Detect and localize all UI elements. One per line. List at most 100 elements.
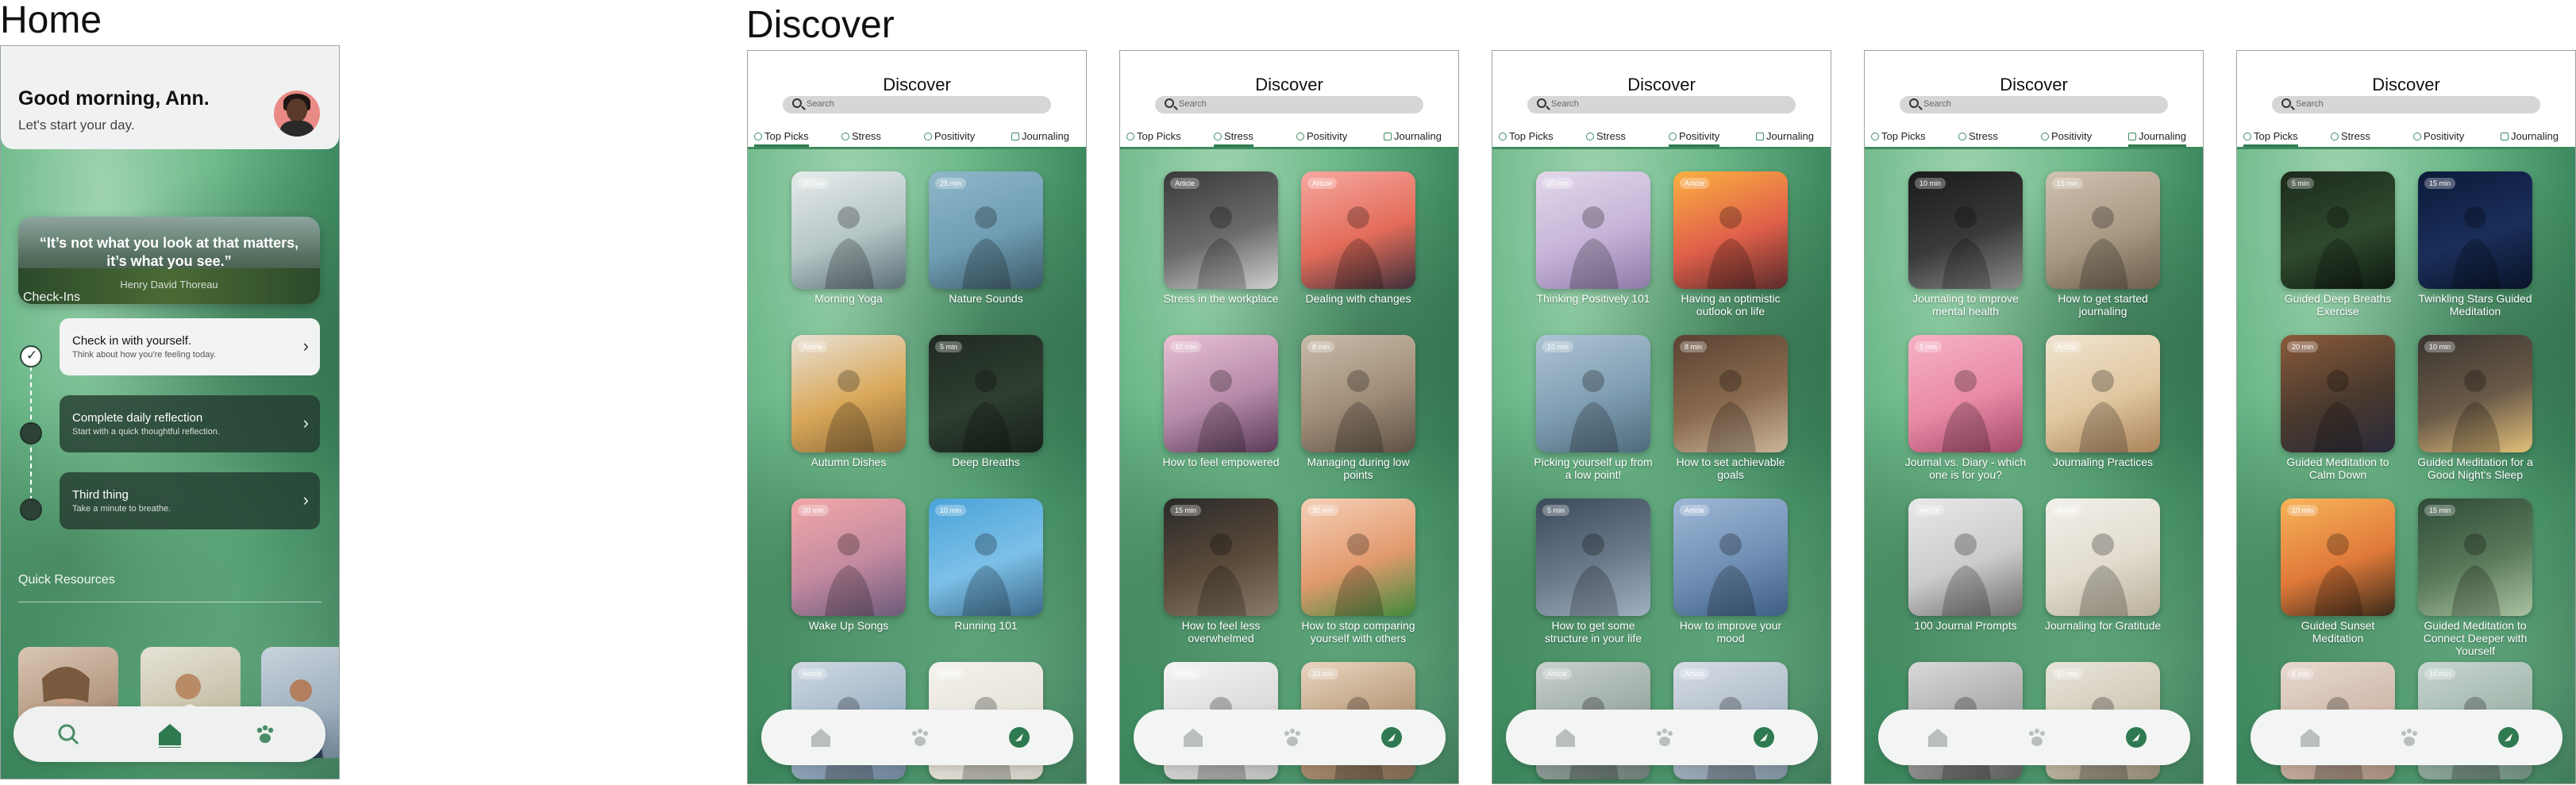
content-tile[interactable]: 15 min <box>2418 171 2532 289</box>
search-input[interactable]: Search <box>1527 96 1796 114</box>
search-input[interactable]: Search <box>1900 96 2168 114</box>
checkin-done-icon <box>20 345 42 367</box>
circle-icon <box>1871 133 1879 140</box>
paw-icon[interactable] <box>252 721 279 748</box>
content-tile[interactable]: 8 min <box>1673 335 1788 452</box>
content-tile[interactable]: 30 min <box>1301 498 1415 616</box>
content-tile[interactable]: 15 min <box>2046 171 2160 289</box>
content-tile[interactable]: 25 min <box>929 171 1043 289</box>
tab-positivity[interactable]: Positivity <box>1669 130 1720 147</box>
compass-icon[interactable] <box>1380 725 1404 749</box>
content-tile[interactable]: 20 min <box>1536 171 1650 289</box>
tile-image <box>2451 206 2501 289</box>
content-tile[interactable]: Article <box>791 335 906 452</box>
stress-icon <box>841 133 849 140</box>
tab-journaling[interactable]: Journaling <box>1384 130 1442 142</box>
content-tile[interactable]: Article <box>2046 498 2160 616</box>
home-icon[interactable] <box>1926 725 1950 749</box>
avatar[interactable] <box>274 90 320 137</box>
tab-stress[interactable]: Stress <box>841 130 881 142</box>
content-tile[interactable]: 10 min <box>791 171 906 289</box>
home-icon[interactable] <box>1181 725 1205 749</box>
home-icon[interactable] <box>156 721 183 748</box>
tab-positivity[interactable]: Positivity <box>1296 130 1347 142</box>
tab-stress[interactable]: Stress <box>1586 130 1626 142</box>
compass-icon[interactable] <box>2124 725 2148 749</box>
tab-stress[interactable]: Stress <box>1958 130 1998 142</box>
tab-journaling[interactable]: Journaling <box>2128 130 2186 147</box>
home-header: Good morning, Ann. Let's start your day. <box>1 46 339 149</box>
content-tile[interactable]: 10 min <box>929 498 1043 616</box>
content-tile[interactable]: 10 min <box>1908 171 2023 289</box>
content-tile[interactable]: 10 min <box>2418 335 2532 452</box>
content-tile[interactable]: Article <box>1301 171 1415 289</box>
search-input[interactable]: Search <box>2272 96 2540 114</box>
search-input[interactable]: Search <box>783 96 1051 114</box>
content-tile[interactable]: 5 min <box>1908 335 2023 452</box>
duration-badge: 15 min <box>1170 505 1202 516</box>
content-tile[interactable]: Article <box>1908 498 2023 616</box>
paw-icon[interactable] <box>2397 725 2421 749</box>
page-title: Discover <box>2000 75 2068 94</box>
checkin-pending-icon <box>20 422 42 444</box>
tab-positivity[interactable]: Positivity <box>2041 130 2092 142</box>
content-tile[interactable]: 20 min <box>2281 335 2395 452</box>
checkin-item[interactable]: Check in with yourself. Think about how … <box>60 318 320 375</box>
tab-top-picks[interactable]: Top Picks <box>1871 130 1926 142</box>
content-tile[interactable]: Article <box>1673 498 1788 616</box>
tab-top-picks[interactable]: Top Picks <box>1499 130 1554 142</box>
paw-icon[interactable] <box>908 725 932 749</box>
search-icon[interactable] <box>55 721 82 748</box>
tile-caption: How to stop comparing yourself with othe… <box>1301 619 1415 645</box>
search-placeholder: Search <box>2296 99 2324 109</box>
duration-badge: Article <box>935 668 965 679</box>
home-icon[interactable] <box>1554 725 1577 749</box>
duration-badge: 10 min <box>935 505 967 516</box>
content-tile[interactable]: 5 min <box>2281 171 2395 289</box>
checkin-item[interactable]: Complete daily reflection Start with a q… <box>60 395 320 452</box>
bottom-nav <box>1878 710 2190 765</box>
tab-journaling[interactable]: Journaling <box>1756 130 1814 142</box>
content-tile[interactable]: 15 min <box>1164 498 1278 616</box>
tab-positivity[interactable]: Positivity <box>924 130 975 142</box>
tab-top-picks[interactable]: Top Picks <box>1126 130 1181 142</box>
content-tile[interactable]: Article <box>1164 171 1278 289</box>
greeting: Good morning, Ann. <box>18 87 210 110</box>
paw-icon[interactable] <box>2025 725 2049 749</box>
content-tile[interactable]: 8 min <box>1301 335 1415 452</box>
compass-icon[interactable] <box>1007 725 1031 749</box>
tab-top-picks[interactable]: Top Picks <box>754 130 809 147</box>
content-tile[interactable]: 15 min <box>2418 498 2532 616</box>
duration-badge: 20 min <box>2287 341 2319 352</box>
chevron-right-icon: › <box>302 413 309 433</box>
quote-author: Henry David Thoreau <box>120 279 218 291</box>
tab-stress[interactable]: Stress <box>2331 130 2370 142</box>
content-tile[interactable]: 30 min <box>791 498 906 616</box>
home-icon[interactable] <box>2298 725 2322 749</box>
content-tile[interactable]: Article <box>2046 335 2160 452</box>
tab-stress[interactable]: Stress <box>1214 130 1253 147</box>
tile-image <box>1569 533 1619 616</box>
content-tile[interactable]: 10 min <box>1164 335 1278 452</box>
content-tile[interactable]: 10 min <box>2281 498 2395 616</box>
tab-journaling[interactable]: Journaling <box>2501 130 2559 142</box>
search-icon <box>792 98 802 108</box>
search-input[interactable]: Search <box>1155 96 1423 114</box>
home-icon[interactable] <box>809 725 833 749</box>
paw-icon[interactable] <box>1653 725 1677 749</box>
tile-image <box>2451 533 2501 616</box>
content-tile[interactable]: 5 min <box>1536 498 1650 616</box>
duration-badge: Article <box>1307 178 1338 189</box>
tab-journaling[interactable]: Journaling <box>1011 130 1069 142</box>
compass-icon[interactable] <box>2497 725 2520 749</box>
paw-icon[interactable] <box>1280 725 1304 749</box>
content-tile[interactable]: Article <box>1673 171 1788 289</box>
compass-icon[interactable] <box>1752 725 1776 749</box>
tab-label: Stress <box>2341 130 2370 142</box>
tile-caption: Morning Yoga <box>814 292 883 305</box>
content-tile[interactable]: 10 min <box>1536 335 1650 452</box>
tab-positivity[interactable]: Positivity <box>2413 130 2464 142</box>
content-tile[interactable]: 5 min <box>929 335 1043 452</box>
checkin-item[interactable]: Third thing Take a minute to breathe. › <box>60 472 320 529</box>
tab-top-picks[interactable]: Top Picks <box>2243 130 2298 147</box>
